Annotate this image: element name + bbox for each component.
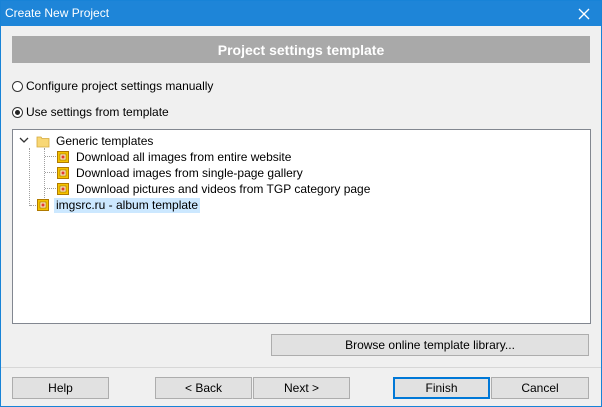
use-template-option[interactable]: Use settings from template bbox=[12, 104, 169, 120]
back-button[interactable]: < Back bbox=[155, 377, 252, 399]
tree-item-template[interactable]: Download images from single-page gallery bbox=[56, 165, 305, 181]
tree-connector bbox=[29, 148, 30, 206]
close-icon bbox=[578, 8, 590, 19]
tree-item-label: Download images from single-page gallery bbox=[76, 165, 303, 180]
template-tree[interactable]: Generic templates Download all images fr… bbox=[12, 129, 591, 324]
configure-manually-label[interactable]: Configure project settings manually bbox=[26, 79, 213, 93]
section-banner: Project settings template bbox=[12, 36, 590, 63]
cancel-button[interactable]: Cancel bbox=[491, 377, 589, 399]
finish-button[interactable]: Finish bbox=[393, 377, 490, 399]
chevron-down-icon[interactable] bbox=[19, 136, 29, 144]
tree-item-template[interactable]: Download pictures and videos from TGP ca… bbox=[56, 181, 372, 197]
configure-manually-option[interactable]: Configure project settings manually bbox=[12, 78, 213, 94]
close-button[interactable] bbox=[567, 1, 601, 26]
tree-item-label: imgsrc.ru - album template bbox=[54, 197, 201, 213]
template-icon bbox=[57, 183, 69, 195]
tree-item-label: Download pictures and videos from TGP ca… bbox=[76, 181, 371, 196]
folder-icon bbox=[36, 136, 50, 148]
banner-title: Project settings template bbox=[217, 41, 385, 58]
title-bar[interactable]: Create New Project bbox=[1, 1, 601, 26]
footer-divider bbox=[1, 367, 601, 368]
use-template-label[interactable]: Use settings from template bbox=[26, 105, 169, 119]
template-icon bbox=[37, 199, 49, 211]
browse-template-library-button[interactable]: Browse online template library... bbox=[271, 334, 589, 356]
tree-folder-label: Generic templates bbox=[56, 133, 154, 148]
create-new-project-dialog: Create New Project Project settings temp… bbox=[0, 0, 602, 407]
template-icon bbox=[57, 151, 69, 163]
help-button[interactable]: Help bbox=[12, 377, 109, 399]
tree-item-imgsrc-album[interactable]: imgsrc.ru - album template bbox=[36, 197, 201, 213]
tree-folder-generic-templates[interactable]: Generic templates bbox=[36, 133, 155, 149]
configure-manually-radio[interactable] bbox=[12, 80, 23, 92]
tree-item-label: Download all images from entire website bbox=[76, 149, 292, 164]
use-template-radio[interactable] bbox=[12, 106, 23, 118]
tree-item-template[interactable]: Download all images from entire website bbox=[56, 149, 293, 165]
template-icon bbox=[57, 167, 69, 179]
next-button[interactable]: Next > bbox=[253, 377, 350, 399]
window-title: Create New Project bbox=[5, 6, 110, 20]
